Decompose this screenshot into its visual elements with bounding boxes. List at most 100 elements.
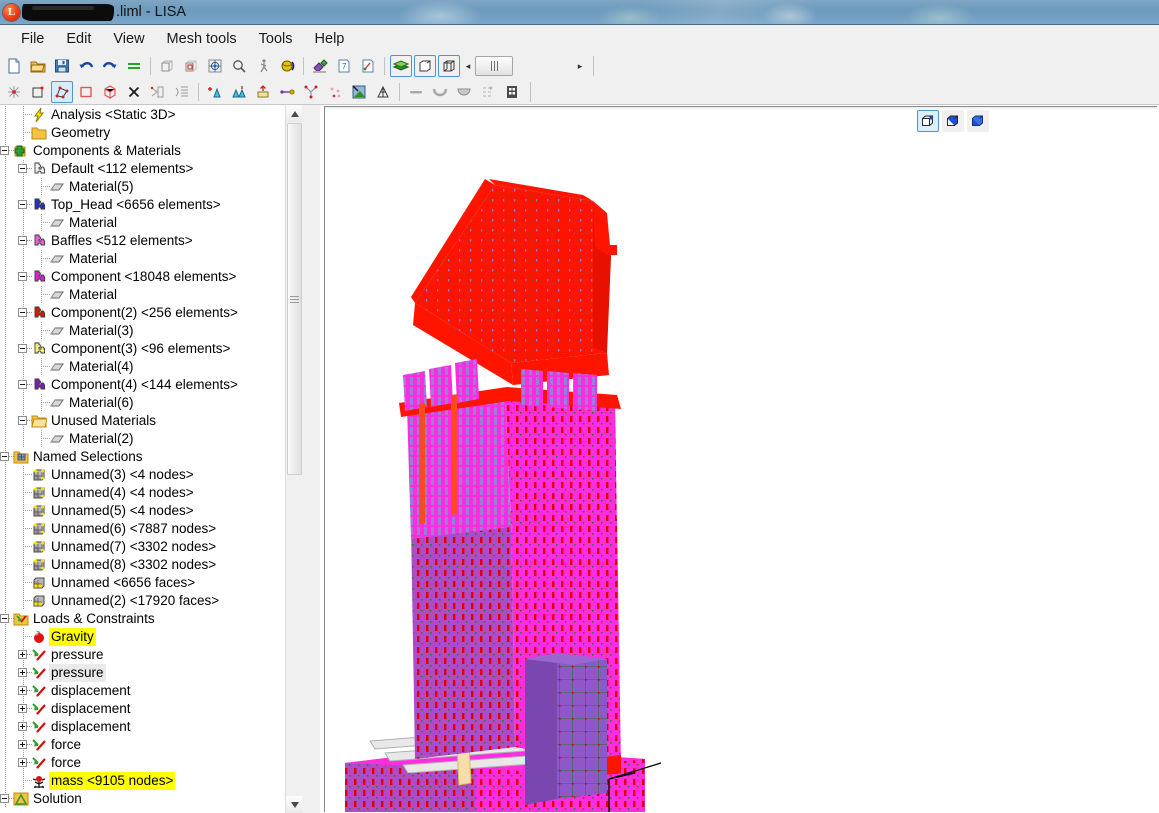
shaded-layers-icon[interactable] bbox=[390, 55, 412, 77]
tree-collapse-button[interactable] bbox=[18, 164, 27, 173]
tree-item[interactable]: Loads & Constraints bbox=[0, 610, 302, 628]
tree-expand-button[interactable] bbox=[18, 686, 27, 695]
tree-item[interactable]: Unnamed(5) <4 nodes> bbox=[0, 502, 302, 520]
tree-item[interactable]: Material(5) bbox=[0, 178, 302, 196]
tree-item[interactable]: Unnamed(4) <4 nodes> bbox=[0, 484, 302, 502]
tree-collapse-button[interactable] bbox=[18, 380, 27, 389]
tree-collapse-button[interactable] bbox=[0, 452, 9, 461]
tree-item[interactable]: force bbox=[0, 736, 302, 754]
tree-item[interactable]: displacement bbox=[0, 718, 302, 736]
tree-item[interactable]: Material bbox=[0, 214, 302, 232]
tree-collapse-button[interactable] bbox=[18, 308, 27, 317]
tree-item[interactable]: Component(2) <256 elements> bbox=[0, 304, 302, 322]
redo-icon[interactable] bbox=[99, 55, 121, 77]
menu-mesh-tools[interactable]: Mesh tools bbox=[156, 28, 248, 50]
scroll-up-button[interactable] bbox=[286, 105, 302, 122]
tree-collapse-button[interactable] bbox=[18, 344, 27, 353]
toolbar-scroll-left-button[interactable]: ◂ bbox=[461, 56, 475, 76]
solid-cube-icon[interactable] bbox=[414, 55, 436, 77]
tree-item[interactable]: Top_Head <6656 elements> bbox=[0, 196, 302, 214]
tree-item[interactable]: Unnamed <6656 faces> bbox=[0, 574, 302, 592]
cone-pair-icon[interactable] bbox=[228, 81, 250, 103]
3d-viewport[interactable] bbox=[324, 106, 1157, 812]
delete-x-icon[interactable] bbox=[123, 81, 145, 103]
tree-item[interactable]: pressure bbox=[0, 646, 302, 664]
tree-item[interactable]: force bbox=[0, 754, 302, 772]
tree-collapse-button[interactable] bbox=[0, 794, 9, 803]
tree-item[interactable]: Unnamed(8) <3302 nodes> bbox=[0, 556, 302, 574]
node-box-icon[interactable] bbox=[27, 81, 49, 103]
shell-element-icon[interactable] bbox=[453, 81, 475, 103]
equal-lines-icon[interactable] bbox=[123, 55, 145, 77]
tree-collapse-button[interactable] bbox=[18, 272, 27, 281]
volume-hex-icon[interactable] bbox=[99, 81, 121, 103]
tree-expand-button[interactable] bbox=[18, 722, 27, 731]
rotate-globe-icon[interactable] bbox=[276, 55, 298, 77]
tree-item[interactable]: Baffles <512 elements> bbox=[0, 232, 302, 250]
tree-item[interactable]: Component(4) <144 elements> bbox=[0, 376, 302, 394]
node-star-icon[interactable] bbox=[3, 81, 25, 103]
tree-item[interactable]: Material(2) bbox=[0, 430, 302, 448]
tree-item[interactable]: Material(6) bbox=[0, 394, 302, 412]
transform-icon[interactable] bbox=[477, 81, 499, 103]
tree-expand-button[interactable] bbox=[18, 758, 27, 767]
element-number-icon[interactable]: 7 bbox=[333, 55, 355, 77]
tree-item[interactable]: mass <9105 nodes> bbox=[0, 772, 302, 790]
fill-region-icon[interactable] bbox=[348, 81, 370, 103]
scroll-down-button[interactable] bbox=[286, 796, 302, 813]
node-scatter-icon[interactable] bbox=[324, 81, 346, 103]
arc-element-icon[interactable] bbox=[429, 81, 451, 103]
tree-item[interactable]: Component(3) <96 elements> bbox=[0, 340, 302, 358]
box-select-icon[interactable] bbox=[180, 55, 202, 77]
node-pick-icon[interactable] bbox=[357, 55, 379, 77]
save-disk-icon[interactable] bbox=[51, 55, 73, 77]
undo-icon[interactable] bbox=[75, 55, 97, 77]
tree-scrollbar[interactable] bbox=[285, 105, 302, 813]
tree-item[interactable]: Unnamed(7) <3302 nodes> bbox=[0, 538, 302, 556]
menu-tools[interactable]: Tools bbox=[248, 28, 304, 50]
tree-item[interactable]: Solution bbox=[0, 790, 302, 808]
menu-view[interactable]: View bbox=[102, 28, 155, 50]
tree-item[interactable]: Geometry bbox=[0, 124, 302, 142]
tree-item[interactable]: pressure bbox=[0, 664, 302, 682]
tree-item[interactable]: displacement bbox=[0, 682, 302, 700]
target-sphere-icon[interactable] bbox=[204, 55, 226, 77]
face-square-icon[interactable] bbox=[75, 81, 97, 103]
new-document-icon[interactable] bbox=[3, 55, 25, 77]
tree-item[interactable]: Material(3) bbox=[0, 322, 302, 340]
mesh-paint-icon[interactable] bbox=[309, 55, 331, 77]
tree-collapse-button[interactable] bbox=[18, 200, 27, 209]
tree-item[interactable]: displacement bbox=[0, 700, 302, 718]
extrude-icon[interactable] bbox=[147, 81, 169, 103]
node-merge-icon[interactable] bbox=[300, 81, 322, 103]
tree-collapse-button[interactable] bbox=[0, 146, 9, 155]
tree-collapse-button[interactable] bbox=[18, 416, 27, 425]
menu-file[interactable]: File bbox=[10, 28, 55, 50]
tree-expand-button[interactable] bbox=[18, 668, 27, 677]
tree-item[interactable]: Unnamed(2) <17920 faces> bbox=[0, 592, 302, 610]
tree-item[interactable]: Gravity bbox=[0, 628, 302, 646]
triangulate-icon[interactable] bbox=[372, 81, 394, 103]
extrude-up-icon[interactable] bbox=[252, 81, 274, 103]
open-folder-icon[interactable] bbox=[27, 55, 49, 77]
tree-item[interactable]: Unnamed(6) <7887 nodes> bbox=[0, 520, 302, 538]
box-wireframe-icon[interactable] bbox=[156, 55, 178, 77]
animate-film-icon[interactable] bbox=[501, 81, 523, 103]
tree-collapse-button[interactable] bbox=[18, 236, 27, 245]
scrollbar-thumb[interactable] bbox=[287, 123, 302, 475]
tree-item[interactable]: Unused Materials bbox=[0, 412, 302, 430]
menu-edit[interactable]: Edit bbox=[55, 28, 102, 50]
toolbar-overflow-slider[interactable] bbox=[475, 56, 513, 76]
tree-item[interactable]: Material bbox=[0, 286, 302, 304]
tree-item[interactable]: Unnamed(3) <4 nodes> bbox=[0, 466, 302, 484]
walk-icon[interactable] bbox=[252, 55, 274, 77]
panel-splitter[interactable] bbox=[302, 105, 320, 813]
tree-item[interactable]: Material(4) bbox=[0, 358, 302, 376]
view-mode-hidden-line-button[interactable] bbox=[942, 110, 964, 132]
toolbar-scroll-right-button[interactable]: ▸ bbox=[573, 56, 587, 76]
tree-expand-button[interactable] bbox=[18, 650, 27, 659]
tree-item[interactable]: Analysis <Static 3D> bbox=[0, 106, 302, 124]
tree-expand-button[interactable] bbox=[18, 740, 27, 749]
list-extrude-icon[interactable] bbox=[171, 81, 193, 103]
menu-help[interactable]: Help bbox=[304, 28, 356, 50]
